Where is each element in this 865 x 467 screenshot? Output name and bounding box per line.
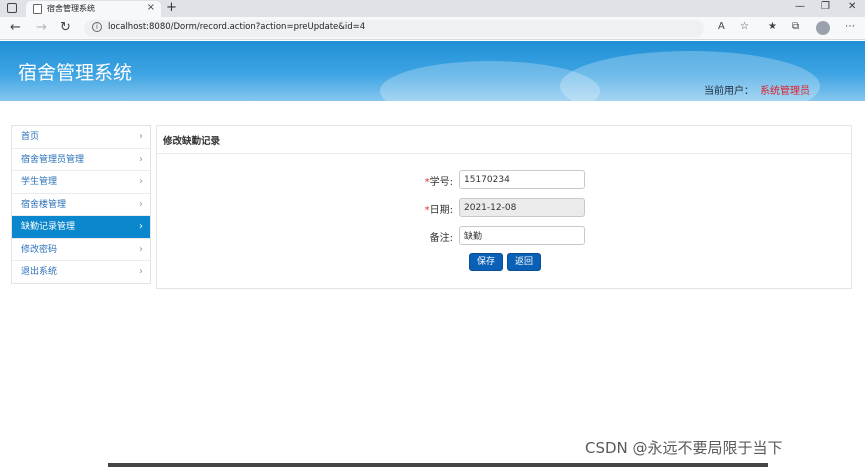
new-tab-icon[interactable]: + (166, 0, 177, 15)
sidebar-item-logout[interactable]: 退出系统 › (12, 261, 150, 284)
sidebar-item-label: 修改密码 (21, 244, 58, 255)
refresh-icon[interactable]: ↻ (60, 20, 71, 35)
browser-tab-strip: 宿舍管理系统 × + — ❐ ✕ (0, 0, 865, 17)
chevron-right-icon: › (139, 176, 143, 187)
chevron-right-icon: › (139, 131, 143, 142)
chevron-right-icon: › (139, 221, 143, 232)
date-label: *日期: (424, 205, 453, 216)
favorites-icon[interactable]: ★ (768, 21, 777, 32)
date-row: *日期: (157, 198, 853, 218)
student-id-row: *学号: (157, 170, 853, 190)
sidebar-item-dorm-managers[interactable]: 宿舍管理员管理 › (12, 149, 150, 171)
maximize-icon[interactable]: ❐ (821, 1, 830, 12)
sidebar-item-home[interactable]: 首页 › (12, 126, 150, 149)
site-info-icon[interactable]: i (92, 22, 102, 32)
system-title: 宿舍管理系统 (18, 62, 133, 84)
current-user-label: 当前用户： (704, 86, 754, 97)
date-input[interactable] (459, 198, 585, 217)
browser-toolbar: ← → ↻ i localhost:8080/Dorm/record.actio… (0, 17, 865, 40)
sidebar-item-label: 学生管理 (21, 177, 58, 187)
save-button[interactable]: 保存 (469, 253, 504, 271)
page-favicon-icon (33, 4, 42, 14)
read-aloud-icon[interactable]: A (718, 21, 725, 32)
window-menu-icon[interactable] (7, 3, 17, 13)
sidebar-item-students[interactable]: 学生管理 › (12, 171, 150, 194)
taskbar-edge (108, 463, 768, 467)
more-menu-icon[interactable]: ⋯ (845, 21, 855, 32)
student-id-label: *学号: (424, 177, 453, 188)
tab-title: 宿舍管理系统 (47, 4, 95, 13)
chevron-right-icon: › (139, 198, 143, 210)
address-bar[interactable]: i localhost:8080/Dorm/record.action?acti… (84, 20, 704, 37)
sidebar-item-label: 首页 (21, 132, 40, 142)
add-favorite-icon[interactable]: ☆ (740, 21, 749, 32)
url-text: localhost:8080/Dorm/record.action?action… (108, 22, 366, 32)
chevron-right-icon: › (139, 243, 143, 255)
student-id-input[interactable] (459, 170, 585, 189)
browser-tab[interactable]: 宿舍管理系统 × (26, 1, 161, 17)
profile-avatar[interactable] (816, 21, 830, 35)
current-user: 当前用户： 系统管理员 (704, 82, 810, 97)
sidebar-item-label: 宿舍楼管理 (21, 199, 67, 210)
sidebar-item-label: 退出系统 (21, 267, 58, 277)
chevron-right-icon: › (139, 153, 143, 165)
current-user-name: 系统管理员 (760, 86, 810, 97)
remark-row: 备注: (157, 226, 853, 246)
collections-icon[interactable]: ⧉ (792, 21, 799, 32)
minimize-icon[interactable]: — (795, 1, 805, 12)
close-window-icon[interactable]: ✕ (848, 1, 856, 12)
sidebar-item-label: 宿舍管理员管理 (21, 154, 85, 165)
sidebar-item-change-password[interactable]: 修改密码 › (12, 239, 150, 261)
sidebar-item-absence-records[interactable]: 缺勤记录管理 › (12, 216, 150, 239)
forward-icon[interactable]: → (36, 20, 47, 35)
remark-label: 备注: (429, 233, 453, 244)
back-icon[interactable]: ← (10, 20, 21, 35)
sidebar-nav: 首页 › 宿舍管理员管理 › 学生管理 › 宿舍楼管理 › 缺勤记录管理 › 修… (11, 125, 151, 284)
tab-close-icon[interactable]: × (147, 2, 155, 13)
watermark-text: CSDN @永远不要局限于当下 (585, 439, 783, 457)
chevron-right-icon: › (139, 266, 143, 277)
panel-title: 修改缺勤记录 (157, 126, 851, 154)
back-button[interactable]: 返回 (507, 253, 542, 271)
sidebar-item-buildings[interactable]: 宿舍楼管理 › (12, 194, 150, 216)
edit-record-panel: 修改缺勤记录 *学号: *日期: 备注: 保存 返回 (156, 125, 852, 289)
sidebar-item-label: 缺勤记录管理 (21, 222, 76, 232)
remark-input[interactable] (459, 226, 585, 245)
page-header-banner: 宿舍管理系统 当前用户： 系统管理员 (0, 41, 865, 101)
